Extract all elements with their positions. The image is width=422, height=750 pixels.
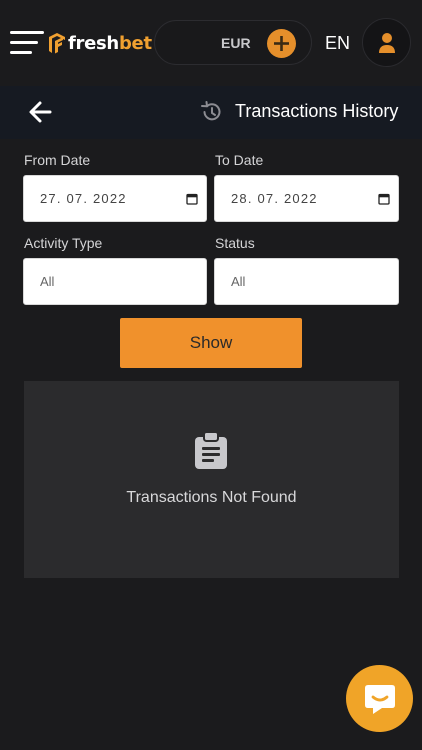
clipboard-icon	[195, 432, 227, 469]
language-selector[interactable]: EN	[325, 33, 350, 54]
deposit-button[interactable]	[267, 29, 296, 58]
status-value: All	[231, 274, 246, 289]
from-date-label: From Date	[24, 152, 91, 168]
logo-mark-icon	[49, 33, 65, 54]
show-button[interactable]: Show	[120, 318, 302, 368]
from-date-value: 27. 07. 2022	[40, 191, 127, 206]
activity-type-label: Activity Type	[24, 235, 103, 251]
page-title: Transactions History	[235, 101, 399, 121]
hamburger-menu-icon	[10, 31, 44, 34]
to-date-input[interactable]: 28. 07. 2022	[214, 175, 399, 222]
calendar-icon[interactable]	[378, 193, 390, 205]
top-header: freshbet EUR EN	[0, 0, 422, 86]
currency-label: EUR	[221, 35, 251, 51]
back-button[interactable]	[26, 98, 54, 126]
logo-text: freshbet	[68, 32, 152, 54]
activity-type-value: All	[40, 274, 55, 289]
status-select[interactable]: All	[214, 258, 399, 305]
balance-widget[interactable]: EUR	[154, 20, 312, 65]
calendar-icon[interactable]	[186, 193, 198, 205]
page-title-bar: Transactions History	[0, 86, 422, 139]
hamburger-menu-icon-line	[10, 41, 38, 44]
live-chat-button[interactable]	[346, 665, 413, 732]
to-date-value: 28. 07. 2022	[231, 191, 318, 206]
to-date-label: To Date	[215, 152, 264, 168]
arrow-left-icon	[29, 101, 52, 123]
hamburger-menu-icon-line	[10, 51, 32, 54]
profile-button[interactable]	[362, 18, 411, 67]
menu-button[interactable]	[10, 31, 44, 55]
plus-icon	[274, 36, 289, 51]
empty-state-message: Transactions Not Found	[126, 489, 297, 506]
activity-type-select[interactable]: All	[23, 258, 207, 305]
freshbet-logo[interactable]: freshbet	[47, 30, 153, 56]
transactions-results-panel: Transactions Not Found	[24, 381, 399, 578]
from-date-input[interactable]: 27. 07. 2022	[23, 175, 207, 222]
chat-bubble-icon	[364, 684, 395, 714]
history-icon	[201, 101, 221, 121]
user-icon	[378, 32, 395, 53]
status-label: Status	[215, 235, 255, 251]
